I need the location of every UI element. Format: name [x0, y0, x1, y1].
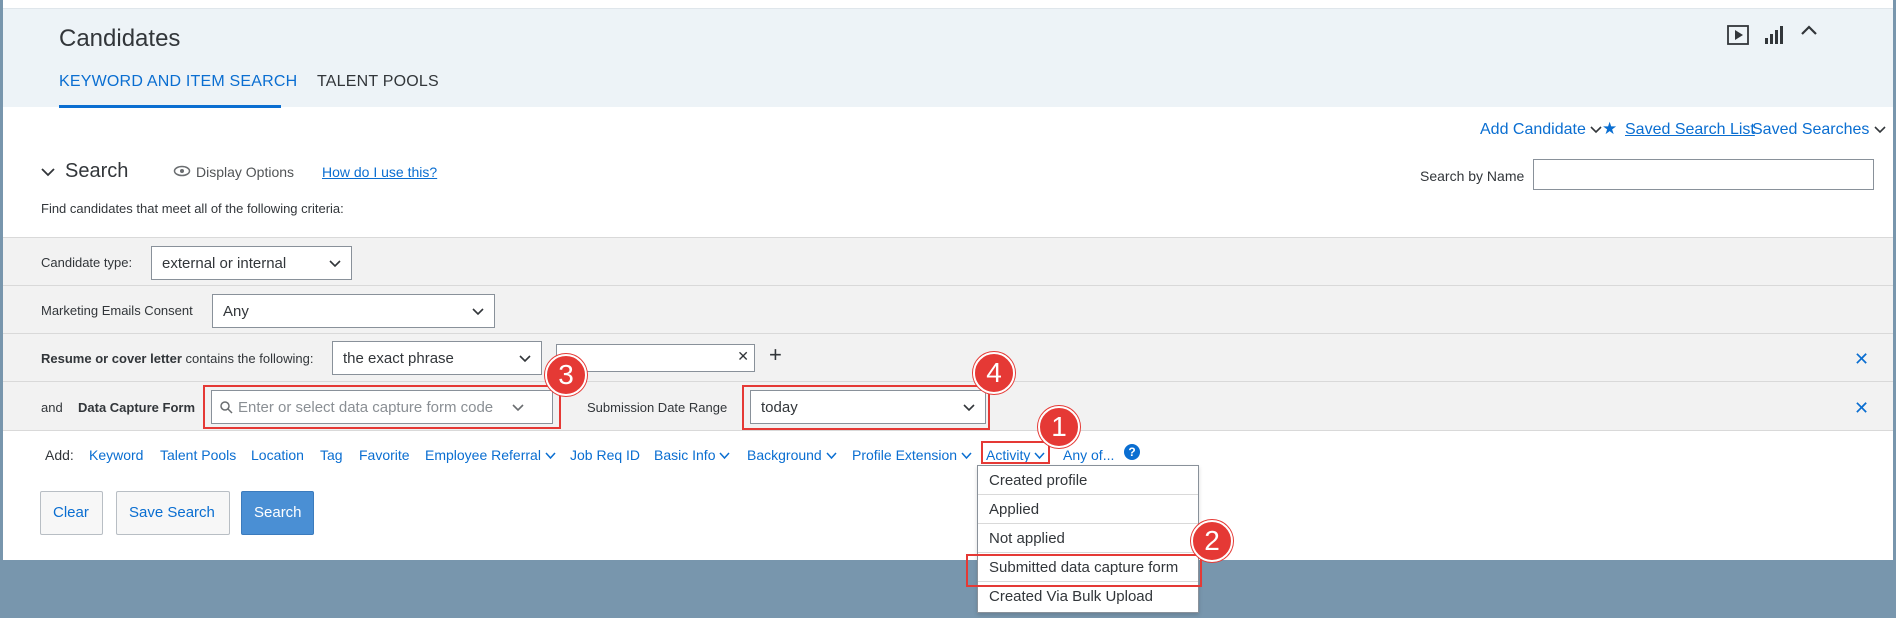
add-job-req-id-link[interactable]: Job Req ID [570, 447, 640, 463]
annotation-box-date-range [742, 385, 990, 430]
submission-date-label: Submission Date Range [587, 400, 728, 415]
help-icon[interactable]: ? [1124, 444, 1140, 460]
marketing-consent-label: Marketing Emails Consent [41, 303, 193, 318]
criteria-row-candidate-type: Candidate type: external or internal [3, 237, 1893, 285]
annotation-badge-1: 1 [1038, 406, 1080, 448]
activity-dropdown-menu: Created profile Applied Not applied Subm… [977, 465, 1199, 613]
add-candidate-link[interactable]: Add Candidate [1480, 121, 1602, 139]
and-label: and [41, 400, 63, 415]
candidate-type-label: Candidate type: [41, 255, 133, 270]
add-talent-pools-link[interactable]: Talent Pools [160, 447, 236, 463]
play-icon[interactable] [1726, 23, 1750, 47]
annotation-box-submitted-form [966, 554, 1202, 587]
search-section-title: Search [65, 160, 129, 182]
tab-talent-pools[interactable]: TALENT POOLS [317, 73, 439, 91]
remove-criteria-icon[interactable]: ✕ [1854, 398, 1869, 419]
annotation-badge-3: 3 [545, 354, 587, 396]
criteria-row-resume: Resume or cover letter contains the foll… [3, 333, 1893, 381]
resume-label: Resume or cover letter contains the foll… [41, 351, 314, 366]
resume-match-select[interactable]: the exact phrase [332, 341, 542, 375]
annotation-box-activity [981, 441, 1050, 464]
how-to-link[interactable]: How do I use this? [322, 164, 437, 180]
saved-search-list-link[interactable]: Saved Search List [1625, 121, 1755, 139]
annotation-badge-4: 4 [973, 352, 1015, 394]
criteria-row-marketing-consent: Marketing Emails Consent Any [3, 285, 1893, 333]
annotation-box-data-capture-form [203, 385, 561, 429]
collapse-icon[interactable] [1797, 19, 1821, 43]
add-favorite-link[interactable]: Favorite [359, 447, 410, 463]
criteria-description: Find candidates that meet all of the fol… [41, 201, 344, 216]
display-options-link[interactable]: Display Options [196, 164, 294, 180]
add-keyword-link[interactable]: Keyword [89, 447, 143, 463]
search-by-name-label: Search by Name [1420, 168, 1525, 184]
add-tag-link[interactable]: Tag [320, 447, 343, 463]
add-location-link[interactable]: Location [251, 447, 304, 463]
chart-icon[interactable] [1762, 23, 1786, 47]
chevron-down-icon [519, 355, 531, 363]
page-header: Candidates KEYWORD AND ITEM SEARCH TALEN… [3, 8, 1893, 108]
main-frame: Candidates KEYWORD AND ITEM SEARCH TALEN… [3, 0, 1893, 560]
saved-searches-link[interactable]: Saved Searches [1752, 121, 1886, 139]
menu-item-not-applied[interactable]: Not applied [978, 524, 1198, 553]
chevron-down-icon [719, 452, 730, 460]
remove-criteria-icon[interactable]: ✕ [1854, 349, 1869, 370]
chevron-down-icon [545, 452, 556, 460]
tab-keyword-search[interactable]: KEYWORD AND ITEM SEARCH [59, 73, 297, 91]
chevron-down-icon [329, 260, 341, 268]
add-basic-info-link[interactable]: Basic Info [654, 447, 730, 463]
menu-item-created-profile[interactable]: Created profile [978, 466, 1198, 495]
chevron-down-icon [472, 308, 484, 316]
chevron-down-icon [961, 452, 972, 460]
active-tab-indicator [59, 105, 281, 108]
marketing-consent-select[interactable]: Any [212, 294, 495, 328]
chevron-down-icon [1590, 126, 1602, 134]
clear-button[interactable]: Clear [40, 491, 103, 535]
add-employee-referral-link[interactable]: Employee Referral [425, 447, 556, 463]
star-icon[interactable]: ★ [1602, 119, 1617, 139]
chevron-down-icon [826, 452, 837, 460]
chevron-down-icon [1874, 126, 1886, 134]
eye-icon [173, 165, 191, 177]
search-button[interactable]: Search [241, 491, 314, 535]
add-profile-extension-link[interactable]: Profile Extension [852, 447, 972, 463]
save-search-button[interactable]: Save Search [116, 491, 230, 535]
add-label: Add: [45, 447, 74, 463]
chevron-down-icon[interactable] [41, 166, 55, 178]
clear-input-icon[interactable]: ✕ [737, 348, 749, 365]
page-title: Candidates [59, 25, 181, 52]
add-phrase-icon[interactable]: + [769, 342, 782, 368]
menu-item-applied[interactable]: Applied [978, 495, 1198, 524]
candidate-type-select[interactable]: external or internal [151, 246, 352, 280]
annotation-badge-2: 2 [1191, 520, 1233, 562]
add-background-link[interactable]: Background [747, 447, 837, 463]
add-any-of-link[interactable]: Any of... [1063, 447, 1114, 463]
search-by-name-input[interactable] [1533, 159, 1874, 190]
data-capture-form-label: Data Capture Form [78, 400, 196, 415]
